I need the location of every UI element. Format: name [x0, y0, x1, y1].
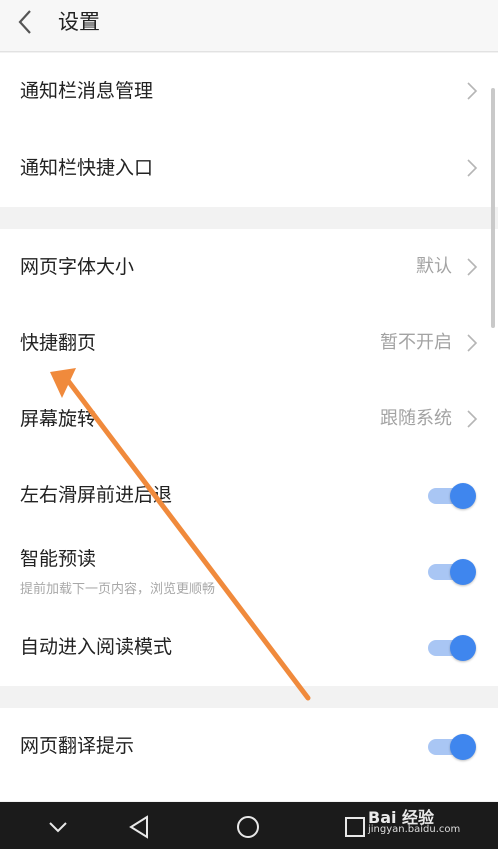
item-value: 默认	[416, 256, 452, 277]
hide-nav-button[interactable]	[45, 814, 71, 840]
watermark: Bai 经验 jingyan.baidu.com	[368, 800, 468, 840]
item-value: 暂不开启	[380, 332, 452, 353]
settings-item-swipe-navigation: 左右滑屏前进后退	[0, 457, 498, 533]
toggle-knob	[450, 483, 476, 509]
item-label: 网页字体大小	[20, 256, 135, 278]
nav-back-button[interactable]	[127, 814, 153, 840]
toggle-knob	[450, 734, 476, 760]
settings-group-notifications: 通知栏消息管理 通知栏快捷入口	[0, 53, 498, 207]
settings-item-smart-preload: 智能预读 提前加载下一页内容，浏览更顺畅	[0, 533, 498, 609]
chevron-right-icon	[467, 334, 478, 352]
settings-item-notification-shortcuts[interactable]: 通知栏快捷入口	[0, 130, 498, 206]
scrollbar[interactable]	[491, 88, 495, 328]
settings-group-translation: 网页翻译提示	[0, 708, 498, 801]
settings-item-translation-prompt: 网页翻译提示	[0, 708, 498, 784]
nav-home-button[interactable]	[235, 814, 261, 840]
item-label: 自动进入阅读模式	[20, 636, 173, 658]
settings-item-font-size[interactable]: 网页字体大小 默认	[0, 229, 498, 305]
item-value: 跟随系统	[380, 408, 452, 429]
nav-recents-button[interactable]	[342, 814, 368, 840]
back-button[interactable]	[14, 8, 38, 36]
toggle-knob	[450, 635, 476, 661]
recents-square-icon	[345, 817, 365, 837]
chevron-right-icon	[467, 159, 478, 177]
swipe-navigation-toggle[interactable]	[426, 483, 476, 509]
translation-prompt-toggle[interactable]	[426, 734, 476, 760]
item-label: 智能预读	[20, 548, 97, 570]
back-triangle-icon	[129, 815, 148, 839]
chevron-right-icon	[467, 410, 478, 428]
settings-item-notification-messages[interactable]: 通知栏消息管理	[0, 53, 498, 129]
item-label: 通知栏消息管理	[20, 80, 154, 102]
item-label: 网页翻译提示	[20, 735, 135, 757]
item-label: 通知栏快捷入口	[20, 157, 154, 179]
settings-item-reader-mode: 自动进入阅读模式	[0, 609, 498, 685]
settings-item-quick-page-turn[interactable]: 快捷翻页 暂不开启	[0, 305, 498, 381]
page-title: 设置	[58, 10, 100, 34]
title-bar: 设置	[0, 0, 498, 52]
chevron-right-icon	[467, 258, 478, 276]
item-subtitle: 提前加载下一页内容，浏览更顺畅	[20, 582, 216, 597]
watermark-url: jingyan.baidu.com	[368, 824, 461, 835]
settings-item-screen-rotation[interactable]: 屏幕旋转 跟随系统	[0, 381, 498, 457]
home-circle-icon	[237, 816, 259, 838]
chevron-right-icon	[467, 82, 478, 100]
smart-preload-toggle[interactable]	[426, 559, 476, 585]
item-label: 快捷翻页	[20, 332, 97, 354]
chevron-left-icon	[18, 10, 31, 34]
chevron-down-icon	[49, 822, 67, 833]
toggle-knob	[450, 559, 476, 585]
item-label: 左右滑屏前进后退	[20, 484, 173, 506]
reader-mode-toggle[interactable]	[426, 635, 476, 661]
item-label: 屏幕旋转	[20, 408, 97, 430]
settings-group-browsing: 网页字体大小 默认 快捷翻页 暂不开启 屏幕旋转 跟随系统 左右滑屏前进后退 智…	[0, 229, 498, 686]
